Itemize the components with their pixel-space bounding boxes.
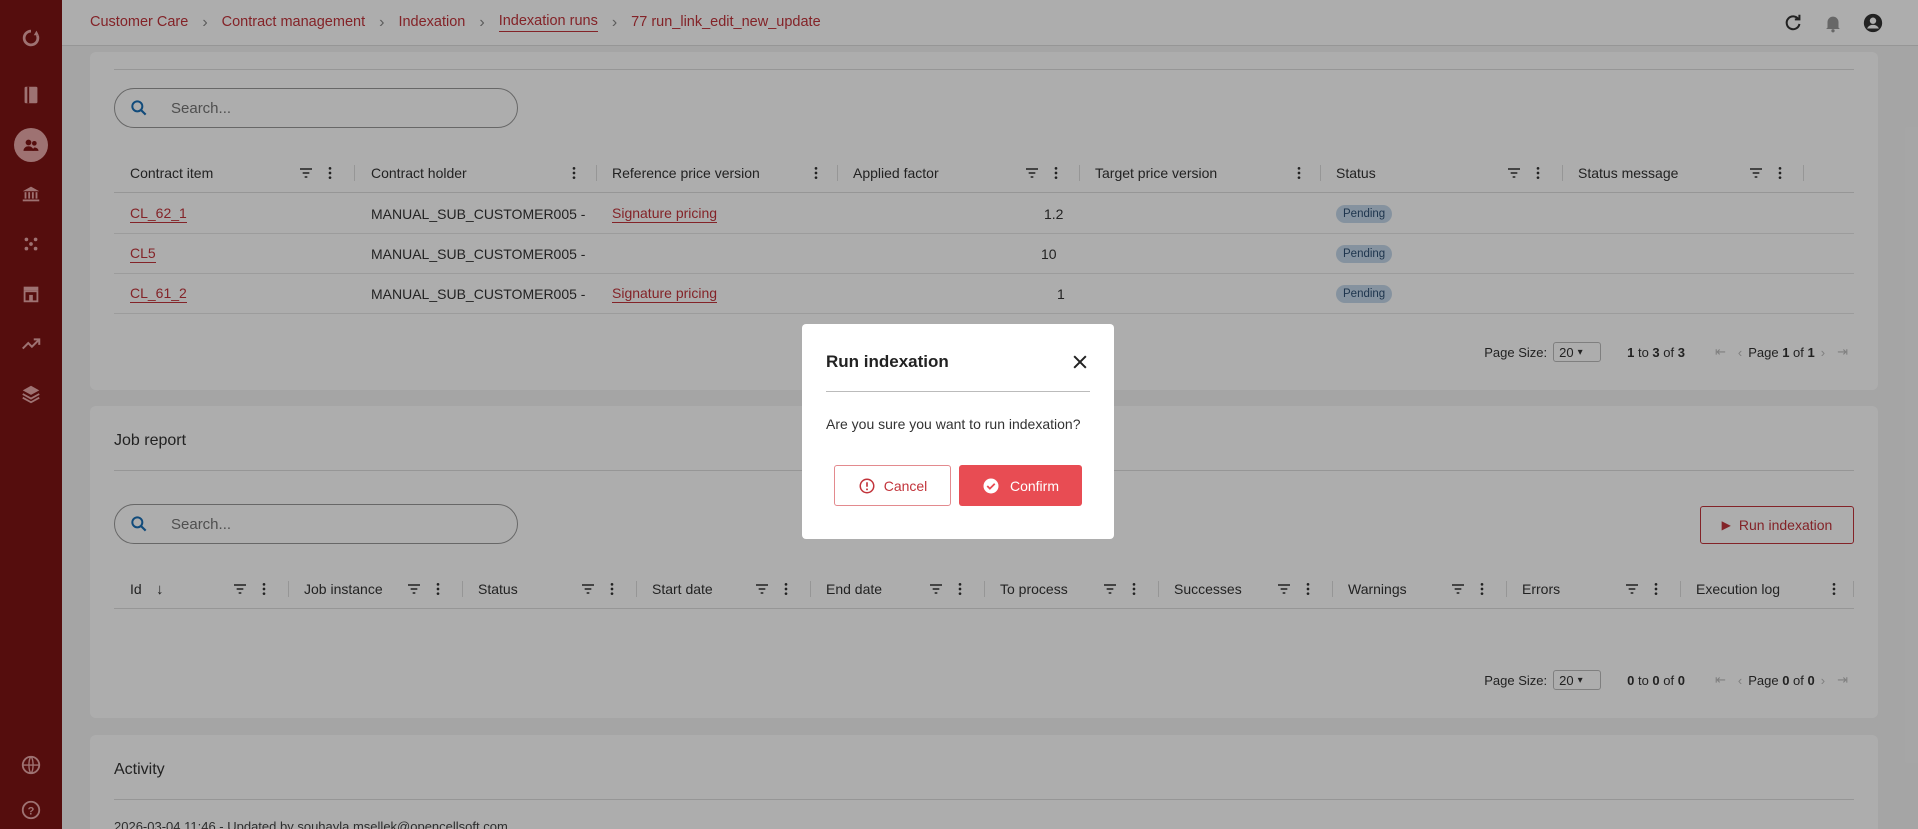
cancel-button[interactable]: Cancel — [834, 465, 951, 506]
run-indexation-dialog: Run indexation Are you sure you want to … — [802, 324, 1114, 539]
dialog-message: Are you sure you want to run indexation? — [826, 416, 1081, 432]
alert-circle-icon — [859, 478, 875, 493]
check-circle-icon — [983, 478, 999, 493]
divider — [826, 391, 1090, 392]
confirm-button[interactable]: Confirm — [959, 465, 1082, 506]
dialog-title: Run indexation — [826, 352, 949, 371]
close-icon[interactable] — [1070, 352, 1090, 372]
